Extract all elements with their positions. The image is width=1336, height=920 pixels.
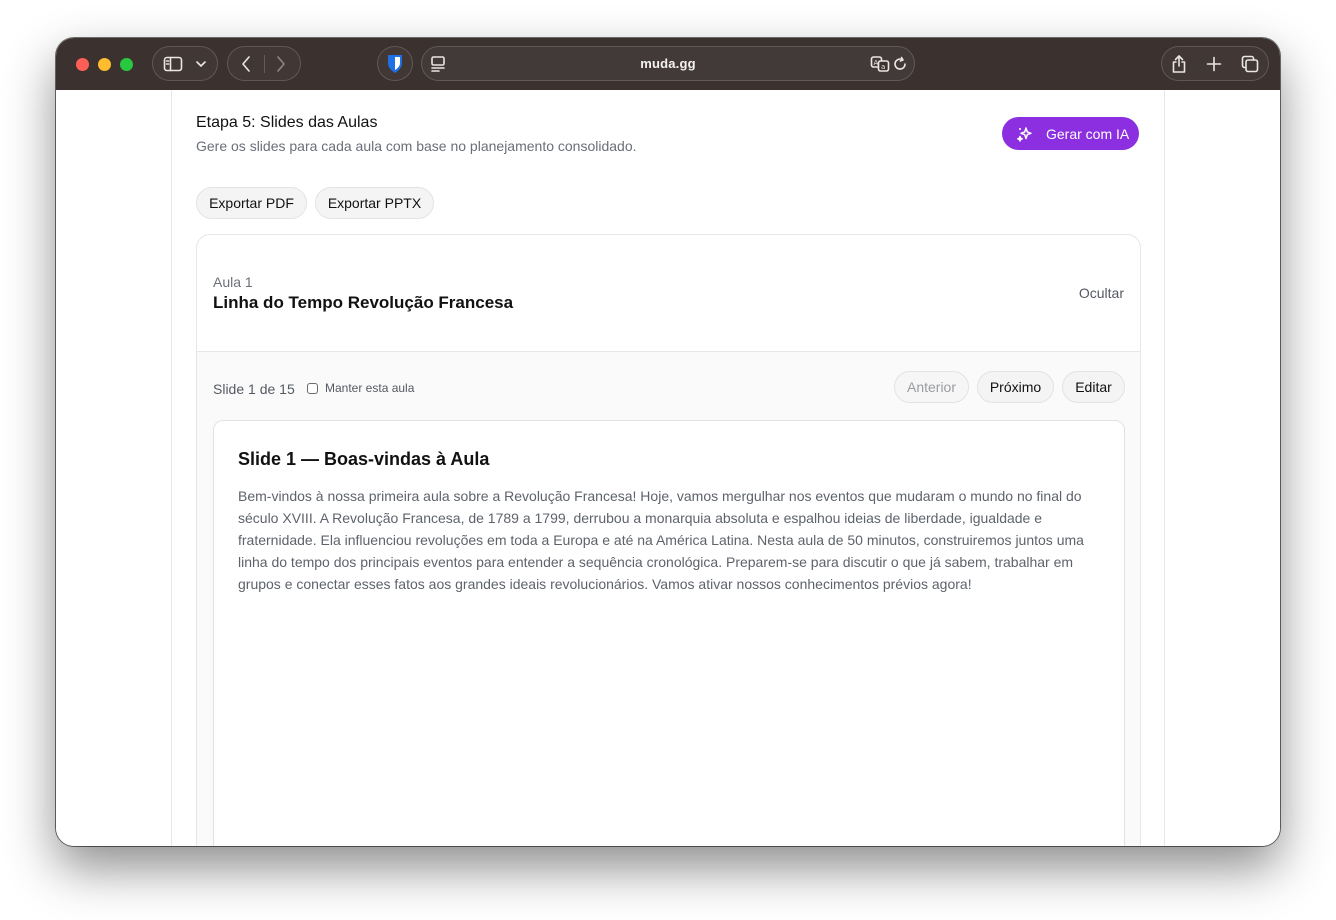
zoom-window-button[interactable] [120, 58, 133, 71]
slide-card: Slide 1 — Boas-vindas à Aula Bem-vindos … [213, 420, 1125, 846]
minimize-window-button[interactable] [98, 58, 111, 71]
window-actions-group [1161, 46, 1269, 81]
slide-body: Bem-vindos à nossa primeira aula sobre a… [238, 488, 1084, 592]
page-content: Etapa 5: Slides das Aulas Gere os slides… [56, 90, 1280, 846]
tabs-overview-icon[interactable] [1241, 55, 1259, 73]
new-tab-icon[interactable] [1206, 56, 1222, 72]
export-pptx-button[interactable]: Exportar PPTX [315, 187, 434, 219]
url-text: muda.gg [640, 56, 696, 71]
extension-group [377, 46, 413, 81]
address-bar[interactable]: muda.gg Aa [421, 46, 915, 81]
forward-icon[interactable] [275, 55, 287, 73]
close-window-button[interactable] [76, 58, 89, 71]
keep-lesson-checkbox[interactable]: Manter esta aula [307, 381, 414, 395]
reload-icon[interactable] [892, 56, 908, 72]
step-title: Etapa 5: Slides das Aulas [196, 114, 378, 131]
checkbox-box[interactable] [307, 382, 318, 394]
svg-text:a: a [881, 63, 885, 71]
slide-viewer: Slide 1 de 15 Manter esta aula Anterior … [197, 352, 1140, 846]
edit-slide-button[interactable]: Editar [1062, 371, 1125, 403]
share-icon[interactable] [1171, 54, 1187, 74]
sidebar-toggle-group [152, 46, 218, 81]
lesson-card: Aula 1 Linha do Tempo Revolução Francesa… [196, 234, 1141, 846]
nav-divider [264, 54, 265, 73]
lesson-header[interactable]: Aula 1 Linha do Tempo Revolução Francesa… [197, 235, 1140, 352]
export-pdf-button[interactable]: Exportar PDF [196, 187, 307, 219]
back-icon[interactable] [240, 55, 252, 73]
next-slide-button[interactable]: Próximo [977, 371, 1054, 403]
sparkles-icon [1016, 125, 1034, 143]
browser-window: muda.gg Aa Etapa 5: Slides das Aulas Ger… [56, 38, 1280, 846]
lesson-number: Aula 1 [213, 274, 253, 290]
svg-text:A: A [874, 59, 879, 67]
step-subtitle: Gere os slides para cada aula com base n… [196, 138, 637, 154]
previous-slide-button[interactable]: Anterior [894, 371, 969, 403]
slide-title: Slide 1 — Boas-vindas à Aula [238, 449, 490, 469]
slide-counter: Slide 1 de 15 [213, 381, 295, 397]
translate-icon[interactable]: Aa [870, 55, 890, 73]
history-nav-group [227, 46, 301, 81]
generate-with-ai-label: Gerar com IA [1046, 125, 1130, 142]
generate-with-ai-button[interactable]: Gerar com IA [1002, 117, 1139, 150]
sidebar-icon[interactable] [163, 56, 183, 72]
lesson-title: Linha do Tempo Revolução Francesa [213, 293, 514, 312]
bitwarden-icon[interactable] [386, 54, 404, 74]
keep-lesson-label: Manter esta aula [325, 381, 415, 395]
chevron-down-icon[interactable] [195, 59, 207, 69]
browser-toolbar: muda.gg Aa [56, 38, 1280, 90]
hide-lesson-button[interactable]: Ocultar [1079, 285, 1124, 301]
